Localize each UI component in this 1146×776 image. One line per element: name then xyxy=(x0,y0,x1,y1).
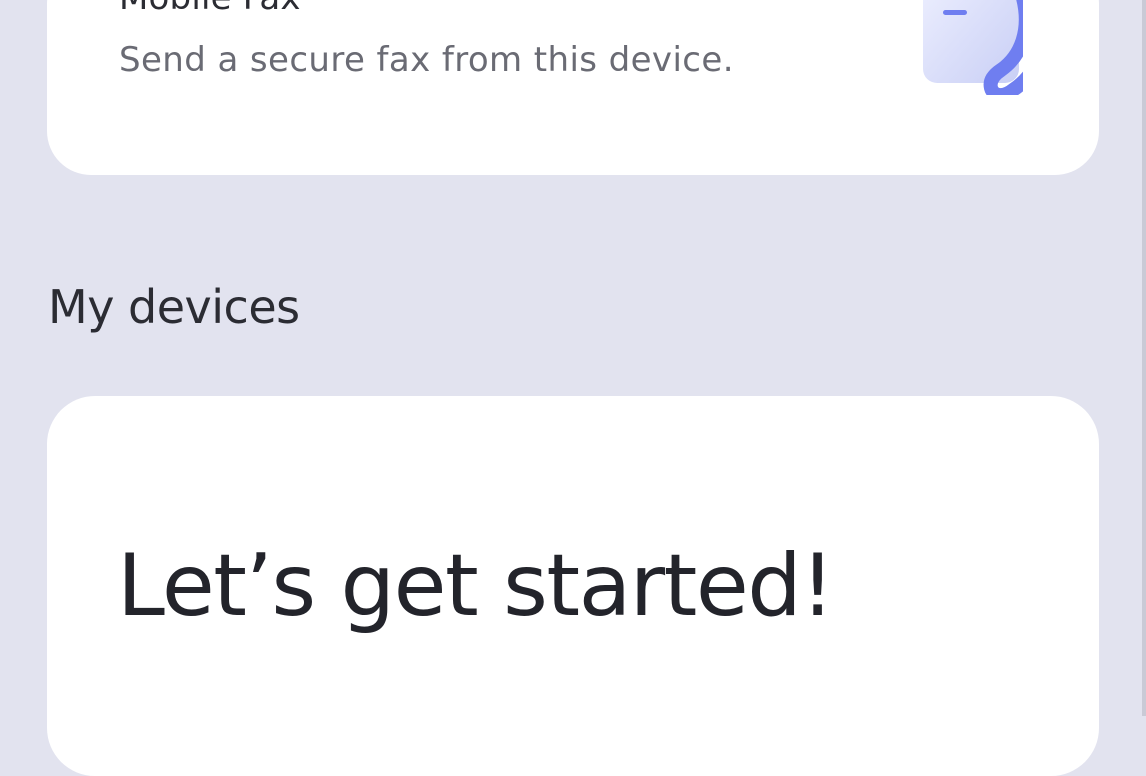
fax-phone-icon xyxy=(923,0,1023,95)
mobile-fax-card[interactable]: Mobile Fax Send a secure fax from this d… xyxy=(47,0,1099,175)
get-started-heading: Let’s get started! xyxy=(117,536,835,636)
mobile-fax-title: Mobile Fax xyxy=(119,0,301,18)
my-devices-heading: My devices xyxy=(48,280,300,334)
devices-card: Let’s get started! xyxy=(47,396,1099,776)
mobile-fax-subtitle: Send a secure fax from this device. xyxy=(119,40,734,80)
right-edge-divider xyxy=(1142,0,1146,716)
